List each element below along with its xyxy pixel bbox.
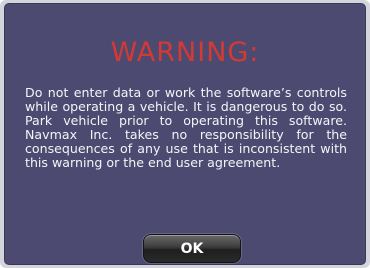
ok-button[interactable]: OK xyxy=(143,234,241,263)
warning-title: WARNING: xyxy=(110,37,260,68)
device-frame: WARNING: Do not enter data or work the s… xyxy=(0,0,370,268)
warning-dialog: WARNING: Do not enter data or work the s… xyxy=(4,3,366,265)
warning-message: Do not enter data or work the software’s… xyxy=(25,85,347,170)
